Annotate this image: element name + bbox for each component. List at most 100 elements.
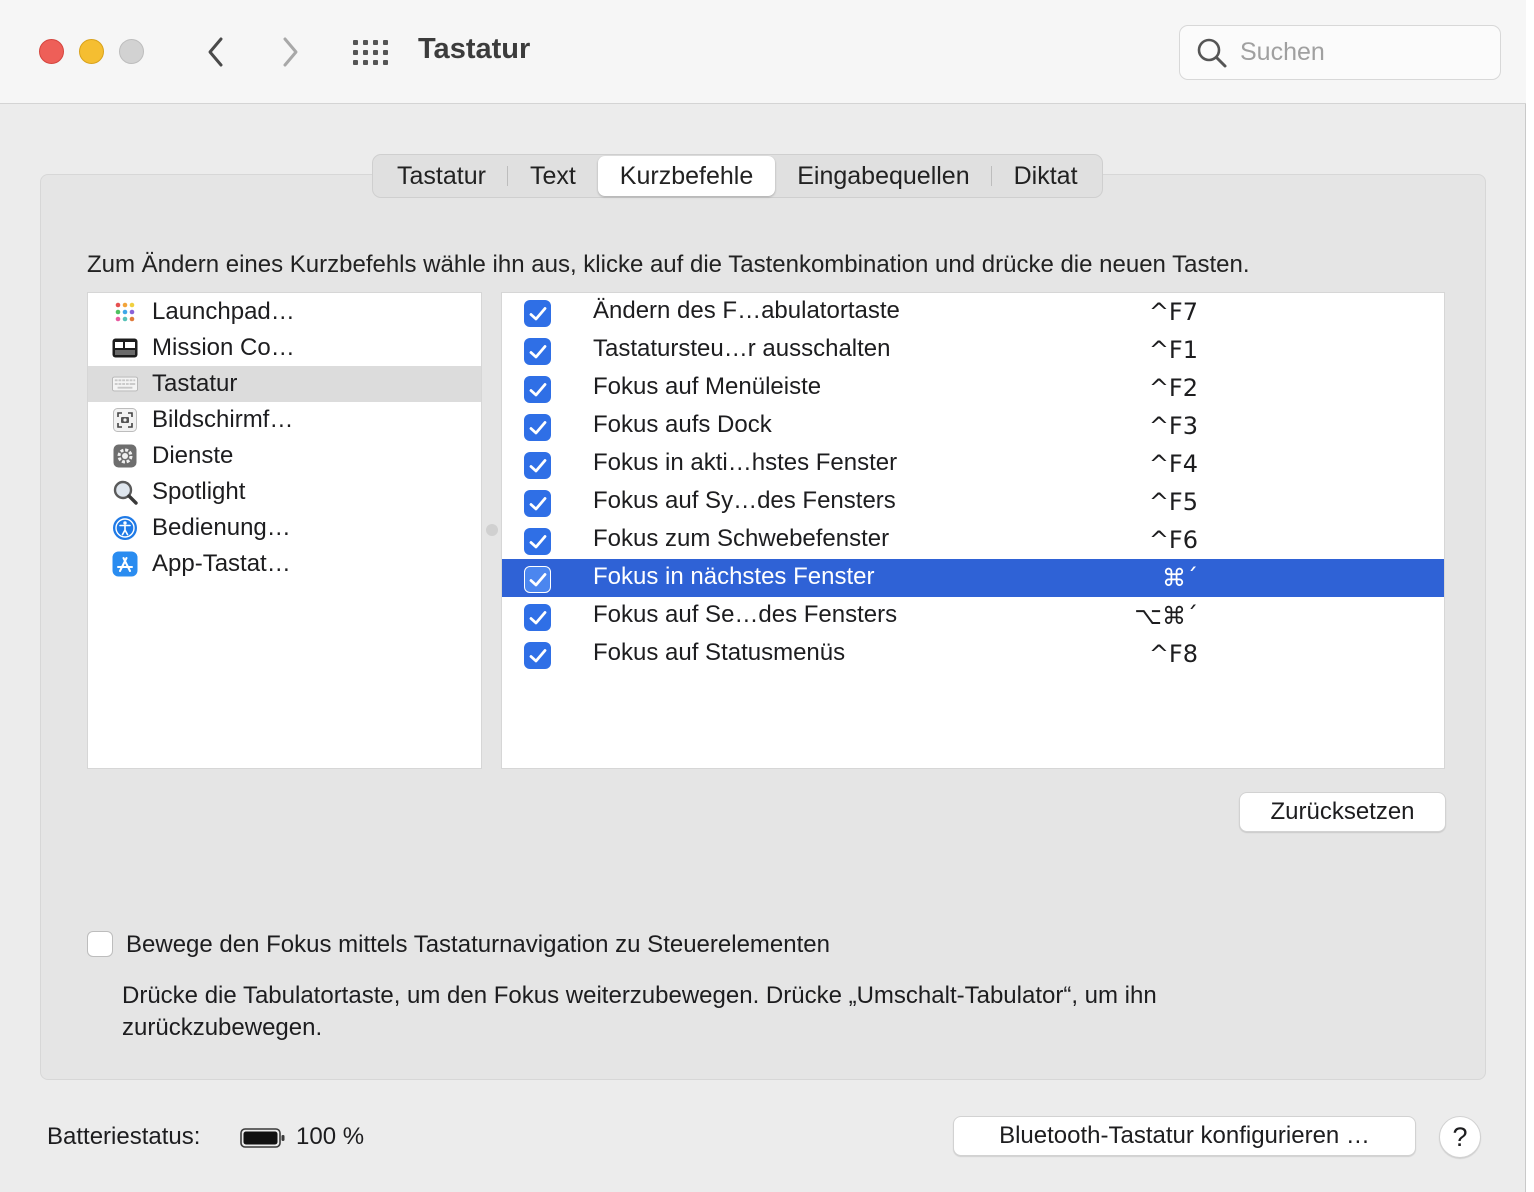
shortcut-keys[interactable]: ^F2: [1149, 374, 1198, 402]
shortcut-checkbox[interactable]: [524, 566, 551, 593]
shortcut-checkbox[interactable]: [524, 338, 551, 365]
category-item-spotlight[interactable]: Spotlight: [88, 474, 481, 510]
shortcut-keys[interactable]: ^F8: [1149, 640, 1198, 668]
tab-text[interactable]: Text: [508, 156, 598, 196]
category-item-bedienungshilfen[interactable]: Bedienung…: [88, 510, 481, 546]
shortcut-keys[interactable]: ^F1: [1149, 336, 1198, 364]
category-item-dienste[interactable]: Dienste: [88, 438, 481, 474]
shortcut-row[interactable]: Fokus auf Menüleiste ^F2: [502, 369, 1444, 407]
tab-kurzbefehle[interactable]: Kurzbefehle: [597, 156, 776, 196]
category-label: Bildschirmf…: [152, 406, 294, 433]
shortcut-keys[interactable]: ^F3: [1149, 412, 1198, 440]
keyboard-navigation-label[interactable]: Bewege den Fokus mittels Tastaturnavigat…: [126, 931, 830, 959]
system-preferences-window: Tastatur Tastatur Text Kurzbefehle Einga…: [0, 0, 1526, 1192]
shortcut-keys[interactable]: ^F4: [1149, 450, 1198, 478]
shortcut-checkbox[interactable]: [524, 376, 551, 403]
checkmark-icon: [529, 306, 546, 320]
category-item-mission-control[interactable]: Mission Co…: [88, 330, 481, 366]
shortcut-name: Ändern des F…abulatortaste: [593, 297, 900, 324]
zoom-window-button[interactable]: [119, 39, 144, 64]
shortcut-name: Tastatursteu…r ausschalten: [593, 335, 891, 362]
search-field[interactable]: [1179, 25, 1501, 80]
shortcut-checkbox[interactable]: [524, 490, 551, 517]
shortcut-row[interactable]: Fokus auf Se…des Fensters ⌥⌘´: [502, 597, 1444, 635]
gear-icon: [112, 444, 138, 468]
tab-diktat[interactable]: Diktat: [992, 156, 1100, 196]
launchpad-icon: [112, 300, 138, 324]
shortcut-checkbox[interactable]: [524, 528, 551, 555]
shortcut-row-selected[interactable]: Fokus in nächstes Fenster ⌘´: [502, 559, 1444, 597]
checkmark-icon: [529, 648, 546, 662]
shortcut-keys[interactable]: ^F5: [1149, 488, 1198, 516]
chevron-right-icon: [283, 37, 298, 67]
checkmark-icon: [529, 534, 546, 548]
tab-eingabequellen[interactable]: Eingabequellen: [775, 156, 993, 196]
shortcut-keys[interactable]: ^F7: [1149, 298, 1198, 326]
category-item-launchpad[interactable]: Launchpad…: [88, 294, 481, 330]
shortcut-checkbox[interactable]: [524, 642, 551, 669]
help-button[interactable]: ?: [1439, 1116, 1481, 1158]
shortcut-row[interactable]: Ändern des F…abulatortaste ^F7: [502, 293, 1444, 331]
keyboard-navigation-description: Drücke die Tabulatortaste, um den Fokus …: [122, 982, 1157, 1041]
category-item-app-tastaturkurzbefehle[interactable]: App-Tastat…: [88, 546, 481, 582]
category-item-bildschirmfoto[interactable]: Bildschirmf…: [88, 402, 481, 438]
category-list: Launchpad… Mission Co… Tastatur Bildschi…: [87, 292, 482, 769]
show-all-button[interactable]: [350, 32, 390, 72]
shortcut-name: Fokus auf Sy…des Fensters: [593, 487, 896, 514]
configure-bluetooth-keyboard-button[interactable]: Bluetooth-Tastatur konfigurieren …: [953, 1116, 1416, 1156]
battery-status-label: Batteriestatus:: [47, 1123, 201, 1150]
shortcut-row[interactable]: Fokus aufs Dock ^F3: [502, 407, 1444, 445]
shortcut-keys[interactable]: ⌥⌘´: [1134, 602, 1198, 630]
shortcut-checkbox[interactable]: [524, 604, 551, 631]
shortcut-name: Fokus in akti…hstes Fenster: [593, 449, 898, 476]
checkmark-icon: [529, 458, 546, 472]
shortcut-keys[interactable]: ⌘´: [1162, 564, 1198, 592]
shortcut-row[interactable]: Tastatursteu…r ausschalten ^F1: [502, 331, 1444, 369]
shortcut-checkbox[interactable]: [524, 300, 551, 327]
checkmark-icon: [529, 382, 546, 396]
category-label: Dienste: [152, 442, 234, 469]
category-label: Tastatur: [152, 370, 238, 397]
search-input[interactable]: [1240, 38, 1480, 67]
back-button[interactable]: [196, 30, 236, 74]
search-icon: [1197, 38, 1227, 67]
window-title: Tastatur: [418, 33, 531, 65]
app-store-icon: [112, 551, 138, 577]
shortcut-keys[interactable]: ^F6: [1149, 526, 1198, 554]
shortcut-checkbox[interactable]: [524, 414, 551, 441]
battery-percentage: 100 %: [296, 1123, 365, 1150]
tab-tastatur[interactable]: Tastatur: [375, 156, 508, 196]
shortcut-name: Fokus auf Menüleiste: [593, 373, 822, 400]
category-item-tastatur[interactable]: Tastatur: [88, 366, 481, 402]
keyboard-navigation-checkbox[interactable]: [87, 931, 113, 957]
shortcut-row[interactable]: Fokus in akti…hstes Fenster ^F4: [502, 445, 1444, 483]
magnifier-icon: [112, 480, 138, 505]
category-label: Launchpad…: [152, 298, 295, 325]
accessibility-icon: [112, 516, 138, 540]
keyboard-icon: [112, 372, 138, 396]
checkmark-icon: [529, 496, 546, 510]
shortcut-name: Fokus zum Schwebefenster: [593, 525, 890, 552]
split-view-handle[interactable]: [486, 524, 498, 536]
shortcut-row[interactable]: Fokus auf Sy…des Fensters ^F5: [502, 483, 1444, 521]
shortcut-name: Fokus aufs Dock: [593, 411, 772, 438]
tab-bar: Tastatur Text Kurzbefehle Eingabequellen…: [372, 154, 1103, 198]
minimize-window-button[interactable]: [79, 39, 104, 64]
category-label: Spotlight: [152, 478, 246, 505]
forward-button[interactable]: [270, 30, 310, 74]
reset-button[interactable]: Zurücksetzen: [1239, 792, 1446, 832]
grid-icon: [352, 39, 358, 45]
close-window-button[interactable]: [39, 39, 64, 64]
checkmark-icon: [529, 420, 546, 434]
screenshot-icon: [112, 408, 138, 432]
checkmark-icon: [529, 344, 546, 358]
shortcut-list: Ändern des F…abulatortaste ^F7 Tastaturs…: [501, 292, 1445, 769]
shortcut-row[interactable]: Fokus zum Schwebefenster ^F6: [502, 521, 1444, 559]
shortcut-row[interactable]: Fokus auf Statusmenüs ^F8: [502, 635, 1444, 673]
checkmark-icon: [529, 572, 546, 586]
instruction-text: Zum Ändern eines Kurzbefehls wähle ihn a…: [87, 251, 1250, 278]
category-label: Bedienung…: [152, 514, 291, 541]
category-label: Mission Co…: [152, 334, 295, 361]
shortcut-checkbox[interactable]: [524, 452, 551, 479]
mission-control-icon: [112, 336, 138, 360]
